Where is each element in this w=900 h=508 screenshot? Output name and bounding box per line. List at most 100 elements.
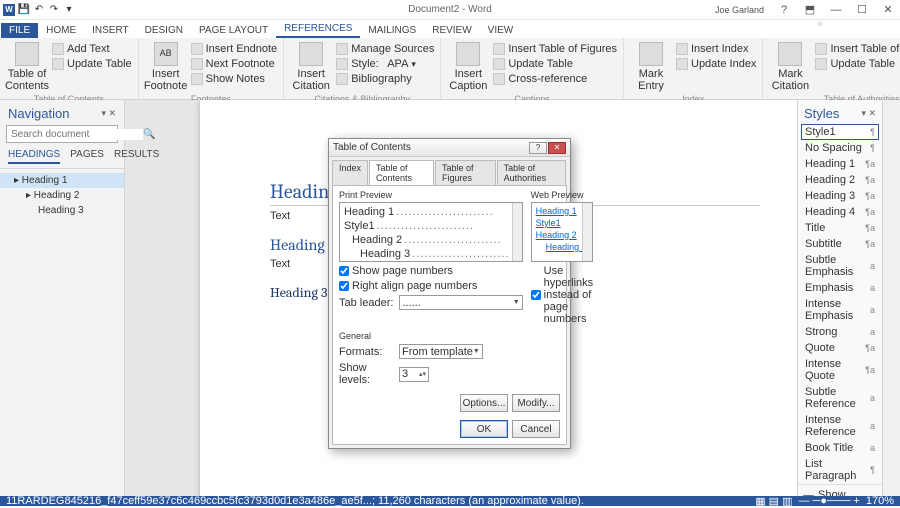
style-item[interactable]: Quote¶a [801,340,879,356]
nav-title: Navigation [8,106,69,121]
nav-heading-item[interactable]: ▸ Heading 1 [0,173,124,188]
insert-caption-button[interactable]: Insert Caption [447,40,489,94]
show-page-numbers-check[interactable]: Show page numbers [339,265,523,277]
style-item[interactable]: Stronga [801,324,879,340]
general-label: General [339,331,560,341]
style-item[interactable]: Title¶a [801,220,879,236]
minimize-icon[interactable]: — [824,2,848,18]
insert-toa-button[interactable]: Insert Table of Authorities [815,42,900,56]
formats-select[interactable]: From template▼ [399,344,483,359]
dialog-tab[interactable]: Index [332,160,368,185]
style-item[interactable]: Subtitle¶a [801,236,879,252]
update-toa-button[interactable]: Update Table [815,57,900,71]
style-item[interactable]: Style1¶ [801,124,879,140]
cross-reference-button[interactable]: Cross-reference [493,72,617,86]
dialog-title: Table of Contents [333,142,529,153]
tab-view[interactable]: VIEW [480,23,522,38]
ribbon: Table of Contents Add Text Update Table … [0,38,900,100]
status-text: 11RARDEG845216_f47ceff59e37c6c469ccbc5fc… [6,495,584,507]
show-notes-button[interactable]: Show Notes [191,72,278,86]
nav-heading-item[interactable]: Heading 3 [0,203,124,218]
style-item[interactable]: Emphasisa [801,280,879,296]
style-item[interactable]: Subtle Referencea [801,384,879,412]
ok-button[interactable]: OK [460,420,508,438]
close-icon[interactable]: ✕ [876,2,900,18]
save-icon[interactable]: 💾 [18,4,30,16]
tab-design[interactable]: DESIGN [137,23,191,38]
update-tof-button[interactable]: Update Table [493,57,617,71]
hyperlinks-check[interactable]: Use hyperlinks instead of page numbers [531,265,594,325]
nav-tab-pages[interactable]: PAGES [70,149,104,164]
style-item[interactable]: Heading 2¶a [801,172,879,188]
citation-style-select[interactable]: Style: APA ▾ [336,57,434,71]
style-item[interactable]: Intense Emphasisa [801,296,879,324]
dialog-close-icon[interactable]: ✕ [548,142,566,154]
tab-mailings[interactable]: MAILINGS [360,23,424,38]
zoom-level[interactable]: 170% [866,495,894,507]
style-item[interactable]: List Paragraph¶ [801,456,879,484]
maximize-icon[interactable]: ☐ [850,2,874,18]
tab-leader-select[interactable]: ......▼ [399,295,522,310]
tab-references[interactable]: REFERENCES [276,21,360,38]
web-preview-label: Web Preview [531,190,594,200]
tab-leader-label: Tab leader: [339,297,393,309]
insert-index-button[interactable]: Insert Index [676,42,756,56]
style-item[interactable]: No Spacing¶ [801,140,879,156]
manage-sources-button[interactable]: Manage Sources [336,42,434,56]
tab-insert[interactable]: INSERT [84,23,137,38]
styles-title: Styles [804,106,839,121]
dialog-tab[interactable]: Table of Contents [369,160,434,185]
style-item[interactable]: Subtle Emphasisa [801,252,879,280]
dialog-tab[interactable]: Table of Figures [435,160,496,185]
mark-citation-button[interactable]: Mark Citation [769,40,811,94]
ribbon-tabs: FILEHOMEINSERTDESIGNPAGE LAYOUTREFERENCE… [0,20,900,38]
tab-page-layout[interactable]: PAGE LAYOUT [191,23,276,38]
undo-icon[interactable]: ↶ [33,4,45,16]
tab-review[interactable]: REVIEW [424,23,479,38]
navigation-pane: Navigation ▾ ✕ 🔍 HEADINGSPAGESRESULTS ▸ … [0,100,125,496]
style-item[interactable]: Heading 3¶a [801,188,879,204]
cancel-button[interactable]: Cancel [512,420,560,438]
dialog-help-icon[interactable]: ? [529,142,547,154]
insert-footnote-button[interactable]: ABInsert Footnote [145,40,187,94]
scrollbar[interactable] [882,100,900,496]
styles-pane: Styles▾ ✕ Style1¶No Spacing¶Heading 1¶aH… [797,100,882,496]
mark-entry-button[interactable]: Mark Entry [630,40,672,94]
insert-endnote-button[interactable]: Insert Endnote [191,42,278,56]
right-align-check[interactable]: Right align page numbers [339,280,523,292]
search-input[interactable] [11,129,143,140]
next-footnote-button[interactable]: Next Footnote [191,57,278,71]
style-item[interactable]: Heading 4¶a [801,204,879,220]
web-preview-box: Heading 1Style1Heading 2Heading 3 [531,202,594,262]
user-name[interactable]: Joe Garland [715,5,764,15]
update-index-button[interactable]: Update Index [676,57,756,71]
options-button[interactable]: Options... [460,394,508,412]
toc-button[interactable]: Table of Contents [6,40,48,94]
show-levels-spinner[interactable]: 3▴▾ [399,367,429,382]
nav-heading-item[interactable]: ▸ Heading 2 [0,188,124,203]
customize-qa-icon[interactable]: ▾ [63,4,75,16]
zoom-slider[interactable]: — ─●─── + [799,495,860,507]
style-item[interactable]: Heading 1¶a [801,156,879,172]
window-title: Document2 - Word [408,4,492,15]
titlebar: W 💾 ↶ ↷ ▾ Document2 - Word Joe Garland ?… [0,0,900,20]
nav-search[interactable]: 🔍 [6,125,118,143]
style-item[interactable]: Intense Quote¶a [801,356,879,384]
update-table-button[interactable]: Update Table [52,57,132,71]
insert-citation-button[interactable]: Insert Citation [290,40,332,94]
nav-tab-headings[interactable]: HEADINGS [8,149,60,164]
print-preview-label: Print Preview [339,190,523,200]
modify-button[interactable]: Modify... [512,394,560,412]
style-item[interactable]: Intense Referencea [801,412,879,440]
print-preview-box: Heading 1........................1Style1… [339,202,523,262]
ribbon-opts-icon[interactable]: ⬒ [798,2,822,18]
style-item[interactable]: Book Titlea [801,440,879,456]
tab-file[interactable]: FILE [1,23,38,38]
insert-tof-button[interactable]: Insert Table of Figures [493,42,617,56]
redo-icon[interactable]: ↷ [48,4,60,16]
add-text-button[interactable]: Add Text [52,42,132,56]
bibliography-button[interactable]: Bibliography [336,72,434,86]
tab-home[interactable]: HOME [38,23,84,38]
dialog-tab[interactable]: Table of Authorities [497,160,566,185]
help-icon[interactable]: ? [772,2,796,18]
